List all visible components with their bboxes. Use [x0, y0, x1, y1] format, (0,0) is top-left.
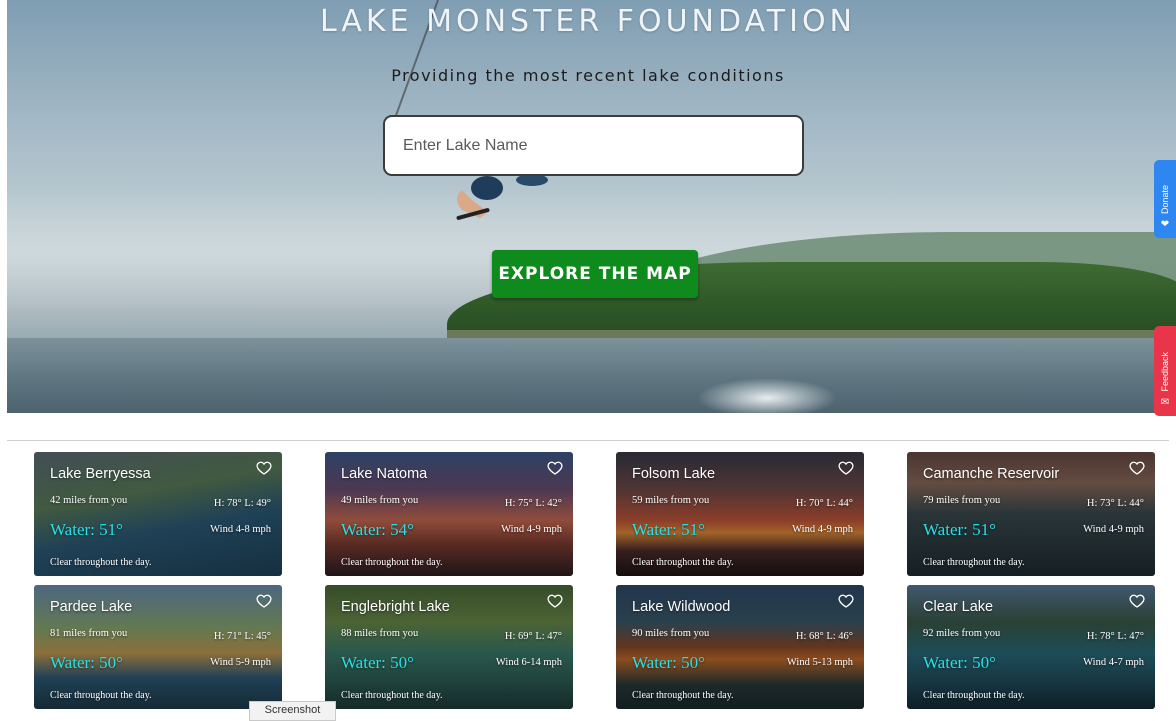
- favorite-heart-icon[interactable]: [256, 593, 272, 609]
- favorite-heart-icon[interactable]: [547, 593, 563, 609]
- lake-card[interactable]: Englebright Lake 88 miles from you H: 69…: [325, 585, 573, 709]
- lake-wind: Wind 6-14 mph: [495, 657, 562, 668]
- lake-condition: Clear throughout the day.: [923, 557, 1025, 568]
- lake-wind: Wind 4-8 mph: [210, 524, 271, 535]
- lake-condition: Clear throughout the day.: [632, 557, 734, 568]
- heart-icon: ❤: [1160, 219, 1170, 230]
- favorite-heart-icon[interactable]: [547, 460, 563, 476]
- lake-high-low: H: 69° L: 47°: [504, 631, 562, 642]
- lake-distance: 92 miles from you: [923, 628, 1001, 639]
- lake-card[interactable]: Pardee Lake 81 miles from you H: 71° L: …: [34, 585, 282, 709]
- lake-wind: Wind 5-13 mph: [786, 657, 853, 668]
- lake-condition: Clear throughout the day.: [341, 557, 443, 568]
- lake-high-low: H: 73° L: 44°: [1086, 498, 1144, 509]
- lake-wind: Wind 4-9 mph: [792, 524, 853, 535]
- donate-label: Donate: [1160, 184, 1170, 214]
- lake-distance: 59 miles from you: [632, 495, 710, 506]
- hero-wake: [697, 378, 837, 413]
- lake-name: Lake Berryessa: [50, 466, 151, 482]
- lake-condition: Clear throughout the day.: [50, 690, 152, 701]
- lake-high-low: H: 78° L: 49°: [213, 498, 271, 509]
- lake-wind: Wind 5-9 mph: [210, 657, 271, 668]
- lake-name: Lake Wildwood: [632, 599, 731, 615]
- lake-high-low: H: 71° L: 45°: [213, 631, 271, 642]
- lake-high-low: H: 75° L: 42°: [504, 498, 562, 509]
- hero-water: [7, 338, 1176, 413]
- lake-distance: 90 miles from you: [632, 628, 710, 639]
- tagline: Providing the most recent lake condition…: [391, 66, 785, 85]
- lake-name: Folsom Lake: [632, 466, 716, 482]
- lake-distance: 49 miles from you: [341, 495, 419, 506]
- favorite-heart-icon[interactable]: [256, 460, 272, 476]
- section-divider: [7, 440, 1169, 441]
- water-temperature: Water: 51°: [923, 520, 996, 539]
- lake-high-low: H: 70° L: 44°: [795, 498, 853, 509]
- lake-distance: 88 miles from you: [341, 628, 419, 639]
- feedback-tab[interactable]: Feedback ✉: [1154, 326, 1176, 416]
- explore-map-button[interactable]: EXPLORE THE MAP: [492, 250, 698, 298]
- lake-wind: Wind 4-9 mph: [1083, 524, 1144, 535]
- feedback-label: Feedback: [1160, 352, 1170, 392]
- lake-name: Clear Lake: [923, 599, 994, 615]
- donate-tab[interactable]: Donate ❤: [1154, 160, 1176, 238]
- water-temperature: Water: 50°: [923, 653, 996, 672]
- lake-card[interactable]: Camanche Reservoir 79 miles from you H: …: [907, 452, 1155, 576]
- lake-name: Camanche Reservoir: [923, 466, 1060, 482]
- water-temperature: Water: 50°: [632, 653, 705, 672]
- site-title: LAKE MONSTER FOUNDATION: [320, 4, 856, 39]
- lake-wind: Wind 4-7 mph: [1083, 657, 1144, 668]
- lake-card[interactable]: Clear Lake 92 miles from you H: 78° L: 4…: [907, 585, 1155, 709]
- water-temperature: Water: 50°: [341, 653, 414, 672]
- lake-wind: Wind 4-9 mph: [501, 524, 562, 535]
- hero-banner: [7, 0, 1176, 413]
- water-temperature: Water: 51°: [50, 520, 123, 539]
- lake-card[interactable]: Lake Natoma 49 miles from you H: 75° L: …: [325, 452, 573, 576]
- screenshot-tooltip: Screenshot: [249, 701, 336, 721]
- lake-high-low: H: 68° L: 46°: [795, 631, 853, 642]
- lake-condition: Clear throughout the day.: [632, 690, 734, 701]
- lake-condition: Clear throughout the day.: [50, 557, 152, 568]
- lake-name: Pardee Lake: [50, 599, 133, 615]
- hero-shore: [447, 330, 1176, 338]
- lake-distance: 42 miles from you: [50, 495, 128, 506]
- lake-name: Englebright Lake: [341, 599, 450, 615]
- lake-distance: 79 miles from you: [923, 495, 1001, 506]
- lake-condition: Clear throughout the day.: [341, 690, 443, 701]
- favorite-heart-icon[interactable]: [1129, 460, 1145, 476]
- favorite-heart-icon[interactable]: [838, 593, 854, 609]
- water-temperature: Water: 50°: [50, 653, 123, 672]
- lake-card[interactable]: Lake Wildwood 90 miles from you H: 68° L…: [616, 585, 864, 709]
- lake-card[interactable]: Folsom Lake 59 miles from you H: 70° L: …: [616, 452, 864, 576]
- lake-card-grid: Lake Berryessa 42 miles from you H: 78° …: [34, 452, 1164, 712]
- favorite-heart-icon[interactable]: [1129, 593, 1145, 609]
- lake-distance: 81 miles from you: [50, 628, 128, 639]
- wakeboarder-figure: [456, 174, 548, 220]
- lake-name: Lake Natoma: [341, 466, 428, 482]
- lake-card[interactable]: Lake Berryessa 42 miles from you H: 78° …: [34, 452, 282, 576]
- lake-condition: Clear throughout the day.: [923, 690, 1025, 701]
- lake-search-input[interactable]: [383, 115, 804, 176]
- lake-high-low: H: 78° L: 47°: [1086, 631, 1144, 642]
- chat-icon: ✉: [1160, 397, 1170, 408]
- water-temperature: Water: 54°: [341, 520, 414, 539]
- water-temperature: Water: 51°: [632, 520, 705, 539]
- favorite-heart-icon[interactable]: [838, 460, 854, 476]
